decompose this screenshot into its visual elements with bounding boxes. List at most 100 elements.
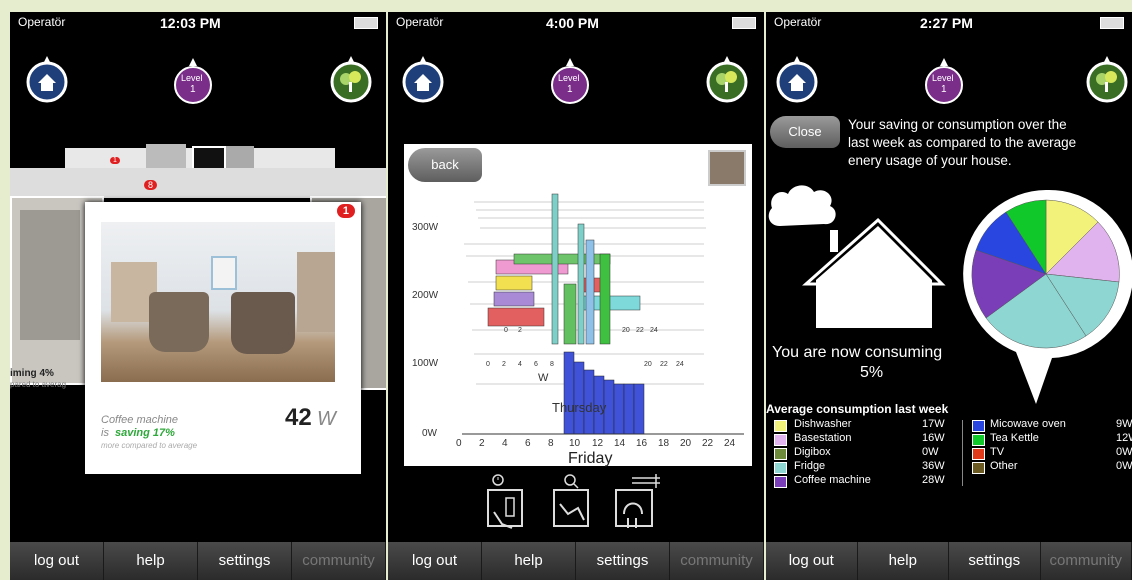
legend-swatch — [774, 420, 787, 432]
saving-subtext: more compared to average — [101, 441, 198, 450]
tab-community[interactable]: community — [670, 542, 764, 580]
status-bar: Operatör 2:27 PM — [766, 12, 1132, 34]
legend-divider — [962, 420, 963, 486]
svg-text:2: 2 — [502, 361, 506, 368]
chart-day-label: Friday — [568, 450, 613, 467]
home-icon[interactable] — [774, 52, 820, 108]
phone-screen-summary: Operatör 2:27 PM Level 1 Close Your savi… — [766, 12, 1132, 580]
x-tick: 22 — [702, 438, 714, 449]
battery-icon — [732, 17, 756, 29]
y-tick-100: 100W — [412, 358, 439, 369]
tab-community[interactable]: community — [1041, 542, 1132, 580]
phone-screen-chart: Operatör 4:00 PM Level 1 back 0 2 4 6 8 … — [388, 12, 764, 580]
legend-item: Basestation 16W — [774, 432, 954, 446]
summary-description: Your saving or consumption over the last… — [848, 117, 1077, 168]
level-icon[interactable]: Level 1 — [924, 56, 964, 108]
notification-badge-small: 1 — [110, 157, 120, 164]
device-card[interactable]: 1 Coffee machine is saving 17% more comp… — [85, 202, 361, 474]
tab-log-out[interactable]: log out — [10, 542, 104, 580]
y-tick-300: 300W — [412, 222, 439, 233]
legend-item: TV 0W — [972, 446, 1132, 460]
tab-community[interactable]: community — [292, 542, 386, 580]
tab-settings[interactable]: settings — [576, 542, 670, 580]
legend-swatch — [774, 448, 787, 460]
legend-item: Fridge 36W — [774, 460, 954, 474]
bg-card-text: iming 4% — [10, 368, 54, 379]
svg-text:20: 20 — [622, 327, 630, 334]
consumption-pie — [963, 189, 1132, 404]
clock: 2:27 PM — [920, 15, 973, 31]
chart-ghost-x-axis: 024 6 8 20 22 24 0 2 20 22 24 — [486, 327, 684, 368]
y-tick-200: 200W — [412, 290, 439, 301]
x-tick: 18 — [658, 438, 670, 449]
legend-swatch — [972, 434, 985, 446]
svg-text:2: 2 — [518, 327, 522, 334]
svg-text:0: 0 — [486, 361, 490, 368]
tab-help[interactable]: help — [858, 542, 949, 580]
legend-item: Tea Kettle12W — [972, 432, 1132, 446]
legend-item: Other 0W — [972, 460, 1132, 474]
svg-text:22: 22 — [660, 361, 668, 368]
level-number: 1 — [190, 84, 196, 95]
consumption-chart: 024 6 8 20 22 24 0 2 20 22 24 — [462, 193, 744, 435]
legend-swatch — [972, 420, 985, 432]
x-tick: 20 — [680, 438, 692, 449]
svg-text:22: 22 — [636, 327, 644, 334]
home-icon[interactable] — [24, 52, 70, 108]
level-number: 1 — [941, 84, 947, 95]
tree-icon[interactable] — [328, 52, 374, 108]
device-thumbnail[interactable] — [708, 150, 746, 186]
tree-icon[interactable] — [704, 52, 750, 108]
notification-badge: 8 — [144, 180, 158, 190]
svg-text:6: 6 — [534, 361, 538, 368]
svg-text:24: 24 — [676, 361, 684, 368]
tab-bar: log out help settings community — [388, 542, 764, 580]
back-button[interactable]: back — [408, 148, 482, 182]
close-label: Close — [788, 124, 822, 139]
level-label: Level — [181, 73, 203, 83]
x-tick: 4 — [502, 438, 508, 449]
level-icon[interactable]: Level 1 — [173, 56, 213, 108]
tab-help[interactable]: help — [482, 542, 576, 580]
legend-swatch — [774, 476, 787, 488]
x-tick: 16 — [636, 438, 648, 449]
level-label: Level — [558, 73, 580, 83]
device-name: Coffee machine — [101, 414, 179, 426]
svg-text:24: 24 — [650, 327, 658, 334]
tab-log-out[interactable]: log out — [766, 542, 858, 580]
phone-screen-devices: Operatör 12:03 PM Level 1 iming 4% pared… — [10, 12, 386, 580]
home-icon[interactable] — [400, 52, 446, 108]
scroll-days-icon[interactable] — [610, 472, 666, 534]
battery-icon — [1100, 17, 1124, 29]
legend-swatch — [774, 462, 787, 474]
clock: 4:00 PM — [546, 15, 599, 31]
svg-text:20: 20 — [644, 361, 652, 368]
pinch-zoom-icon[interactable] — [548, 472, 598, 534]
x-tick: 2 — [479, 438, 485, 449]
legend-title: Average consumption last week — [766, 402, 949, 416]
legend-item: Digibox 0W — [774, 446, 954, 460]
back-label: back — [431, 157, 459, 172]
chart-panel: back 0 2 4 6 8 20 22 24 0 2 20 22 24 300… — [404, 144, 752, 467]
tree-icon[interactable] — [1084, 52, 1130, 108]
swipe-time-icon[interactable] — [484, 472, 530, 534]
x-tick: 14 — [614, 438, 626, 449]
clock: 12:03 PM — [160, 15, 221, 31]
battery-icon — [354, 17, 378, 29]
tab-settings[interactable]: settings — [949, 542, 1041, 580]
tab-help[interactable]: help — [104, 542, 198, 580]
coffee-machine-photo — [101, 222, 335, 382]
consuming-text: You are now consuming — [772, 344, 943, 361]
carrier-label: Operatör — [18, 15, 66, 29]
svg-text:8: 8 — [550, 361, 554, 368]
svg-text:4: 4 — [518, 361, 522, 368]
legend-swatch — [972, 448, 985, 460]
level-icon[interactable]: Level 1 — [550, 56, 590, 108]
carrier-label: Operatör — [396, 15, 444, 29]
house-illustration — [768, 185, 946, 328]
tab-log-out[interactable]: log out — [388, 542, 482, 580]
close-button[interactable]: Close — [770, 116, 840, 148]
status-bar: Operatör 4:00 PM — [388, 12, 764, 34]
tab-settings[interactable]: settings — [198, 542, 292, 580]
tab-bar: log out help settings community — [766, 542, 1132, 580]
